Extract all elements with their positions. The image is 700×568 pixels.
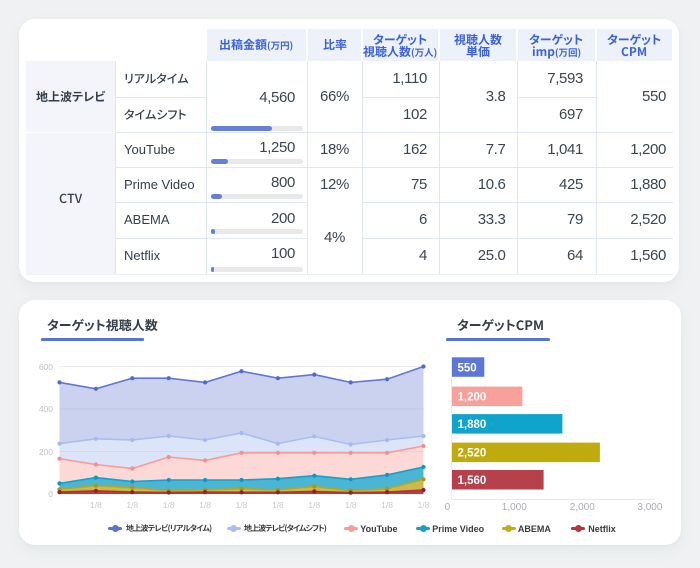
svg-text:1,880: 1,880 <box>458 419 487 431</box>
svg-text:550: 550 <box>458 362 477 374</box>
svg-text:1,560: 1,560 <box>458 475 487 487</box>
svg-text:1,200: 1,200 <box>458 392 487 404</box>
svg-text:2,520: 2,520 <box>458 448 487 460</box>
